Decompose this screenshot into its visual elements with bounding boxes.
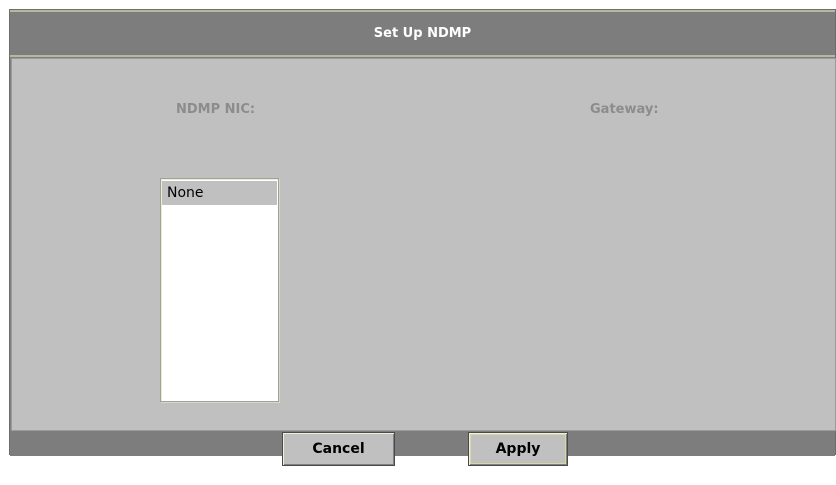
- setup-ndmp-dialog: Set Up NDMP NDMP NIC: Gateway: None Canc…: [9, 9, 836, 466]
- dialog-titlebar: Set Up NDMP: [10, 10, 835, 57]
- nic-list-item-none[interactable]: None: [162, 181, 277, 205]
- ndmp-nic-label: NDMP NIC:: [176, 102, 256, 117]
- apply-button[interactable]: Apply: [468, 432, 568, 466]
- dialog-content: NDMP NIC: Gateway: None: [11, 58, 836, 431]
- dialog-button-bar: Cancel Apply: [10, 431, 835, 466]
- ndmp-nic-listbox[interactable]: None: [160, 178, 279, 402]
- dialog-title: Set Up NDMP: [373, 26, 472, 41]
- gateway-label: Gateway:: [590, 102, 659, 117]
- cancel-button[interactable]: Cancel: [282, 432, 395, 466]
